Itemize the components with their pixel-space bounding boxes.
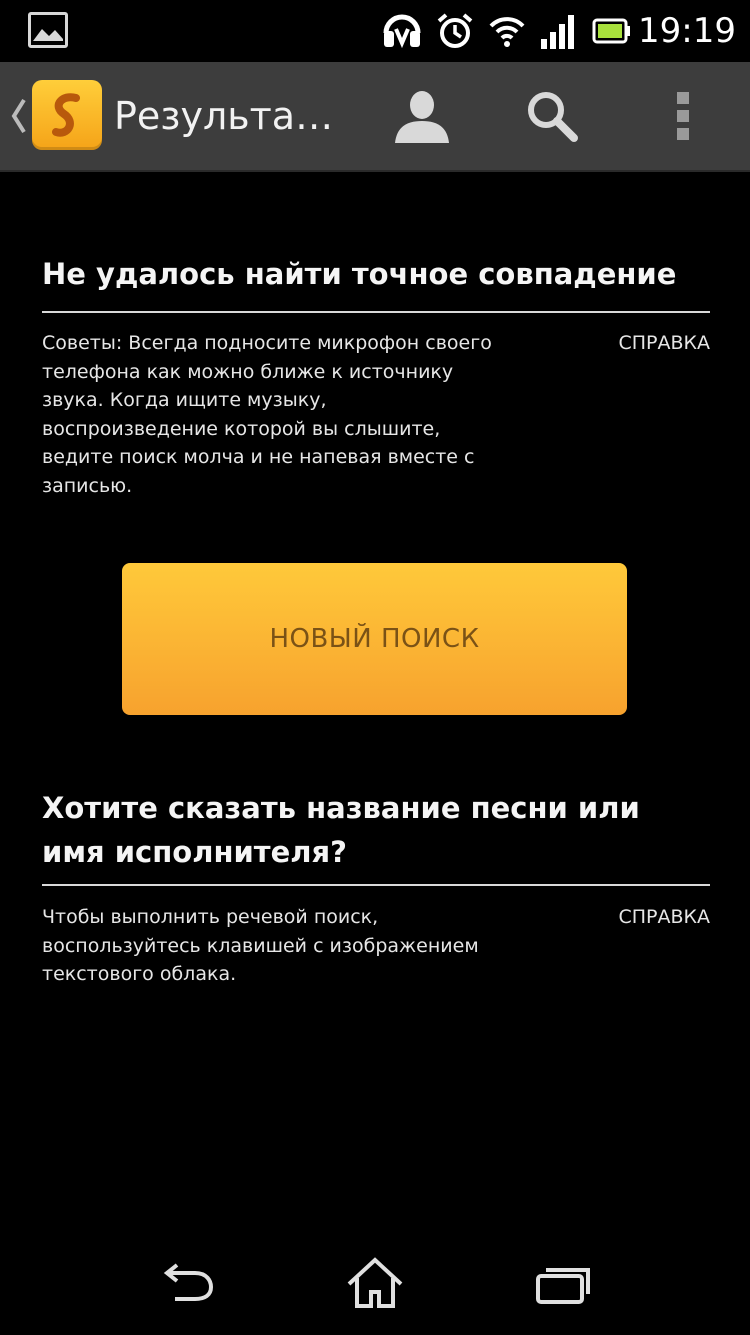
no-match-divider [42,311,710,313]
status-icons [382,10,632,52]
shazam-s-icon[interactable] [32,80,102,150]
headset-icon [383,14,421,49]
no-match-tip: Советы: Всегда подносите микрофон своего… [42,329,577,500]
back-icon [163,1263,214,1301]
no-match-title: Не удалось найти точное совпадение [42,257,677,291]
page-title: Результа… [114,94,334,138]
search-button[interactable] [512,76,592,156]
recent-apps-icon [536,1268,590,1304]
profile-button[interactable] [382,76,462,156]
tip-line: текстового облака. [42,963,237,985]
voice-search-title: Хотите сказать название песни или имя ис… [42,786,640,874]
wifi-icon [489,17,525,47]
tip-line: звука. Когда ищите музыку, [42,389,327,411]
voice-search-title-line: имя исполнителя? [42,835,347,869]
tip-line: Чтобы выполнить речевой поиск, [42,906,379,928]
help-link-voice-search[interactable]: СПРАВКА [618,903,710,932]
navigation-bar [0,1230,750,1335]
overflow-menu-icon [677,92,689,140]
voice-search-title-line: Хотите сказать название песни или [42,791,640,825]
search-icon [528,92,578,142]
tip-line: Советы: Всегда подносите микрофон своего [42,332,492,354]
home-icon [347,1257,403,1308]
voice-search-tip: Чтобы выполнить речевой поиск, воспользу… [42,903,577,989]
nav-back-button[interactable] [144,1248,234,1318]
tip-line: воспроизведение которой вы слышите, [42,417,441,440]
status-time: 19:19 [638,11,736,51]
overflow-menu-button[interactable] [644,76,724,156]
tip-line: ведите поиск молча и не напевая вместе с [42,446,475,468]
status-bar: 19:19 [0,0,750,62]
signal-icon [541,15,574,49]
gallery-notification-icon [28,12,68,48]
nav-recent-apps-button[interactable] [518,1248,608,1318]
tip-line: воспользуйтесь клавишей с изображением [42,934,479,957]
tip-line: телефона как можно ближе к источнику [42,360,454,383]
help-link-no-match[interactable]: СПРАВКА [618,329,710,358]
voice-search-divider [42,884,710,886]
action-bar: Результа… [0,62,750,172]
new-search-button[interactable]: НОВЫЙ ПОИСК [122,563,627,715]
alarm-icon [437,13,473,48]
profile-icon [395,91,449,143]
up-chevron-icon[interactable] [8,94,28,138]
tip-line: записью. [42,474,133,497]
nav-home-button[interactable] [330,1248,420,1318]
battery-icon [592,18,630,44]
